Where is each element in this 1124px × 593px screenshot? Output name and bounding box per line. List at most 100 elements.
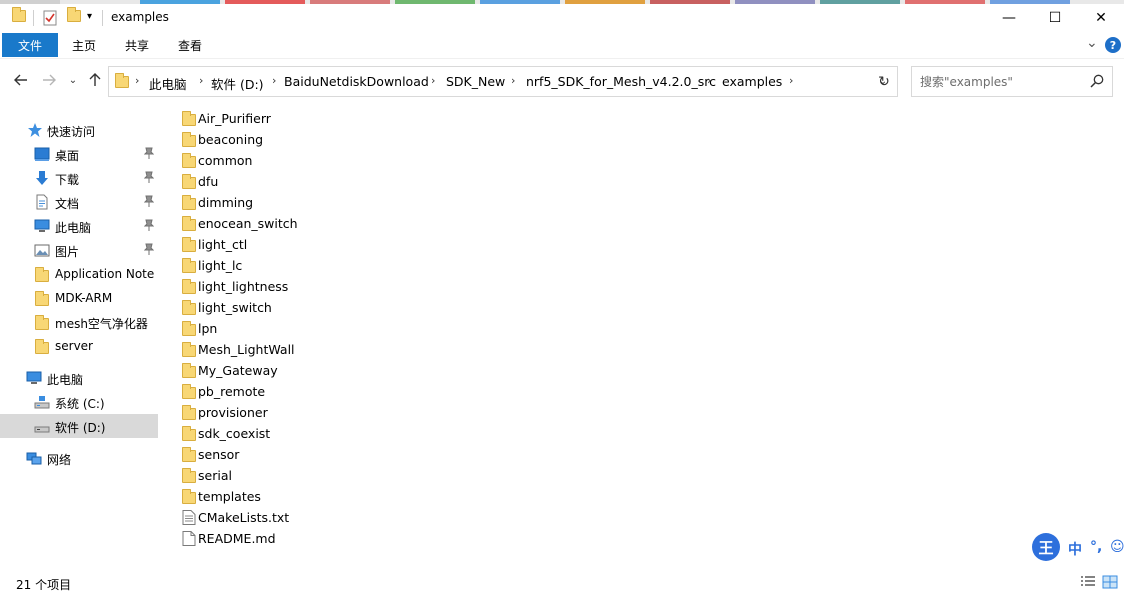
- folder-icon: [182, 132, 196, 147]
- folder-icon: [12, 7, 26, 22]
- sidebar-item-this-pc[interactable]: 此电脑: [0, 366, 158, 390]
- pc-icon: [34, 219, 50, 232]
- sidebar-item-mdk-arm[interactable]: MDK-ARM: [0, 286, 158, 310]
- network-icon: [26, 452, 42, 465]
- ime-toolbar[interactable]: 王 中 °, ☺: [1032, 533, 1124, 563]
- file-name: sdk_coexist: [198, 426, 271, 441]
- sidebar-item-label: mesh空气净化器: [55, 317, 148, 331]
- breadcrumb-examples[interactable]: examples: [722, 74, 782, 89]
- breadcrumb-baidunetdisk[interactable]: BaiduNetdiskDownload: [284, 74, 429, 89]
- address-row: ⌄ › 此电脑 › 软件 (D:) › BaiduNetdiskDownload…: [0, 58, 1124, 103]
- item-count: 21 个项目: [16, 578, 72, 592]
- sidebar-item-this-pc-pinned[interactable]: 此电脑: [0, 214, 158, 238]
- help-button[interactable]: ?: [1105, 37, 1121, 53]
- close-button[interactable]: ✕: [1078, 4, 1124, 32]
- folder-icon: [182, 153, 196, 168]
- pin-icon[interactable]: [144, 219, 154, 231]
- folder-icon: [182, 384, 196, 399]
- search-icon[interactable]: [1090, 74, 1104, 88]
- file-name: README.md: [198, 531, 276, 546]
- sidebar-item-server[interactable]: server: [0, 334, 158, 358]
- forward-button[interactable]: [40, 71, 58, 89]
- sidebar-item-label: 系统 (C:): [55, 397, 105, 411]
- desktop-icon: [34, 147, 50, 161]
- file-icon: [182, 531, 196, 546]
- folder-icon: [182, 321, 196, 336]
- sidebar-item-label: 文档: [55, 197, 80, 211]
- sidebar-item-application-note[interactable]: Application Note v: [0, 262, 158, 286]
- navigation-pane: 快速访问 桌面 下载 文档 此电脑 图片 Application Note v …: [0, 104, 158, 564]
- file-name: common: [198, 153, 253, 168]
- search-box[interactable]: [911, 66, 1113, 97]
- breadcrumb-separator[interactable]: ›: [272, 74, 276, 87]
- ime-mode[interactable]: 中: [1068, 539, 1082, 559]
- divider: [33, 10, 34, 26]
- pin-icon[interactable]: [144, 171, 154, 183]
- breadcrumb-separator[interactable]: ›: [511, 74, 515, 87]
- breadcrumb-separator[interactable]: ›: [707, 74, 711, 87]
- window-title: examples: [111, 10, 169, 24]
- tab-file[interactable]: 文件: [2, 33, 58, 57]
- breadcrumb-nrf5-sdk[interactable]: nrf5_SDK_for_Mesh_v4.2.0_src: [526, 74, 716, 89]
- sidebar-item-label: MDK-ARM: [55, 291, 113, 305]
- ribbon-collapse-icon[interactable]: ⌄: [1086, 35, 1098, 51]
- sidebar-item-label: Application Note v: [55, 267, 158, 281]
- breadcrumb-separator[interactable]: ›: [789, 74, 793, 87]
- file-name: beaconing: [198, 132, 264, 147]
- folder-icon: [35, 291, 49, 306]
- search-input[interactable]: [920, 73, 1090, 91]
- maximize-button[interactable]: ☐: [1032, 4, 1078, 32]
- breadcrumb-separator[interactable]: ›: [135, 74, 139, 87]
- details-view-icon[interactable]: [1080, 575, 1096, 589]
- breadcrumb-separator[interactable]: ›: [199, 74, 203, 87]
- large-icons-view-icon[interactable]: [1102, 575, 1118, 589]
- tab-home[interactable]: 主页: [72, 33, 96, 57]
- sidebar-item-quick-access[interactable]: 快速访问: [0, 118, 158, 142]
- sidebar-item-drive-d[interactable]: 软件 (D:): [0, 414, 158, 438]
- ribbon: 文件 主页 共享 查看 ⌄ ?: [0, 33, 1124, 57]
- tab-view[interactable]: 查看: [178, 33, 202, 57]
- file-name: enocean_switch: [198, 216, 298, 231]
- folder-icon: [182, 489, 196, 504]
- file-name: CMakeLists.txt: [198, 510, 290, 525]
- sidebar-item-label: 网络: [47, 453, 72, 467]
- file-name: dimming: [198, 195, 254, 210]
- title-bar: ▾ examples — ☐ ✕: [0, 4, 1124, 32]
- pin-icon[interactable]: [144, 147, 154, 159]
- folder-icon: [182, 405, 196, 420]
- folder-icon: [182, 195, 196, 210]
- ime-punctuation[interactable]: °,: [1090, 539, 1102, 555]
- breadcrumb-separator[interactable]: ›: [431, 74, 435, 87]
- recent-locations-button[interactable]: ⌄: [64, 71, 82, 89]
- properties-icon[interactable]: [42, 10, 58, 26]
- sidebar-item-downloads[interactable]: 下载: [0, 166, 158, 190]
- refresh-button[interactable]: ↻: [871, 66, 898, 97]
- file-name: Air_Purifierr: [198, 111, 271, 126]
- breadcrumb-drive-d[interactable]: 软件 (D:): [211, 74, 264, 93]
- pin-icon[interactable]: [144, 195, 154, 207]
- sidebar-item-documents[interactable]: 文档: [0, 190, 158, 214]
- breadcrumb-sdk-new[interactable]: SDK_New: [446, 74, 505, 89]
- tab-share[interactable]: 共享: [125, 33, 149, 57]
- breadcrumb-this-pc[interactable]: 此电脑: [149, 74, 187, 93]
- arrow-up-icon: [89, 73, 101, 86]
- address-bar[interactable]: › 此电脑 › 软件 (D:) › BaiduNetdiskDownload ›…: [108, 66, 898, 97]
- sidebar-item-drive-c[interactable]: 系统 (C:): [0, 390, 158, 414]
- back-button[interactable]: [12, 71, 30, 89]
- folder-icon: [182, 258, 196, 273]
- ime-emoji-icon[interactable]: ☺: [1110, 539, 1124, 555]
- sidebar-item-pictures[interactable]: 图片: [0, 238, 158, 262]
- customize-quick-access-icon[interactable]: ▾: [87, 11, 92, 22]
- sidebar-item-network[interactable]: 网络: [0, 446, 158, 470]
- file-name: sensor: [198, 447, 240, 462]
- pin-icon[interactable]: [144, 243, 154, 255]
- file-name: light_ctl: [198, 237, 248, 252]
- document-icon: [36, 194, 48, 210]
- file-name: pb_remote: [198, 384, 266, 399]
- up-button[interactable]: [86, 71, 104, 89]
- minimize-button[interactable]: —: [986, 4, 1032, 32]
- sidebar-item-desktop[interactable]: 桌面: [0, 142, 158, 166]
- new-folder-icon[interactable]: [67, 7, 81, 22]
- file-name: serial: [198, 468, 232, 483]
- sidebar-item-mesh-purifier[interactable]: mesh空气净化器: [0, 310, 158, 334]
